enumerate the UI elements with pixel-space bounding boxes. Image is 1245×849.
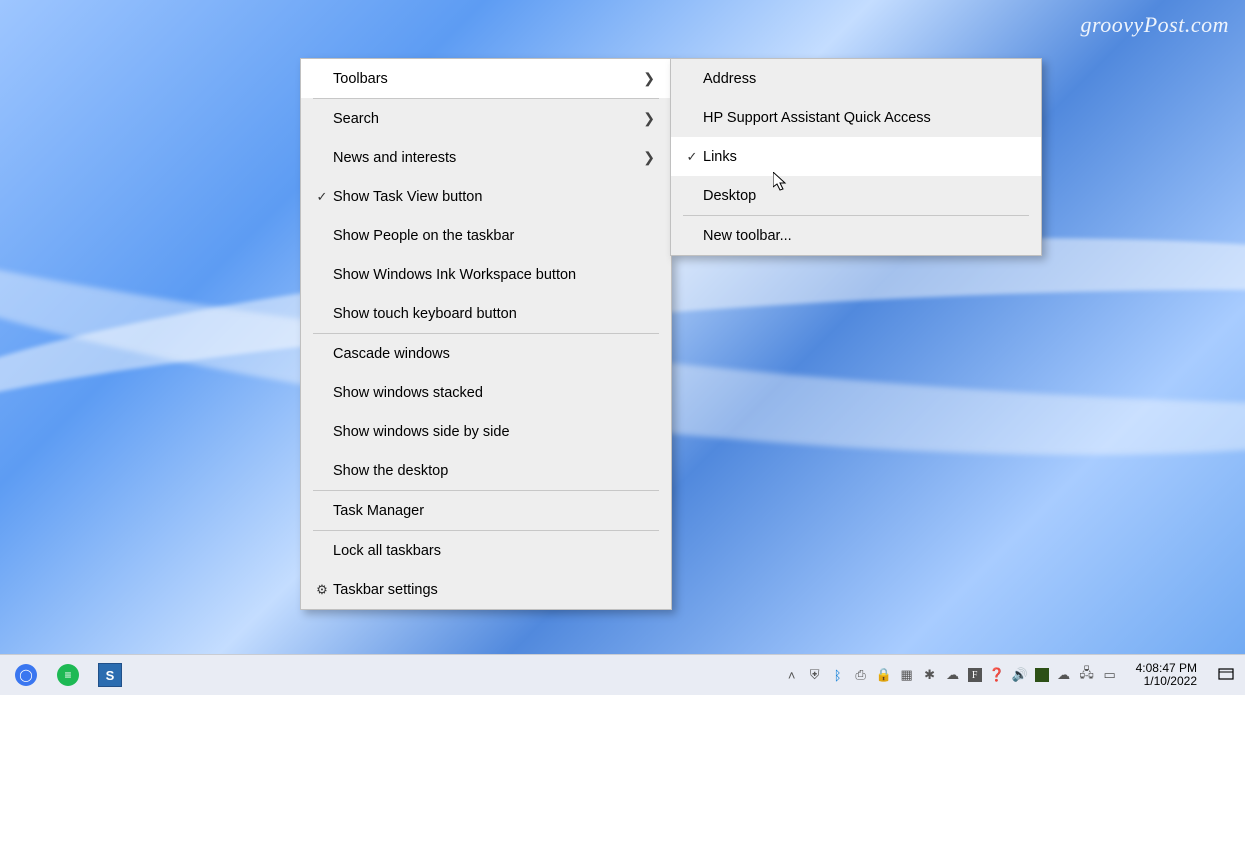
tray-nvidia-icon[interactable] xyxy=(1035,668,1049,682)
spotify-icon: ≡ xyxy=(57,664,79,686)
tray-lock-icon[interactable]: 🔒 xyxy=(876,667,892,683)
menu-label: New toolbar... xyxy=(703,228,1025,244)
menu-item-show-touch-keyboard[interactable]: Show touch keyboard button xyxy=(301,294,671,333)
menu-label: Desktop xyxy=(703,188,1025,204)
watermark-text: groovyPost.com xyxy=(1080,12,1229,38)
submenu-arrow-icon: ❯ xyxy=(643,149,655,166)
submenu-item-address[interactable]: Address xyxy=(671,59,1041,98)
menu-item-toolbars[interactable]: Toolbars ❯ xyxy=(301,59,671,98)
tray-f-icon[interactable]: F xyxy=(968,668,982,682)
submenu-item-new-toolbar[interactable]: New toolbar... xyxy=(671,216,1041,255)
menu-label: Show windows stacked xyxy=(333,385,655,401)
taskbar-pinned-apps: ◯ ≡ S xyxy=(0,663,122,687)
menu-item-show-desktop[interactable]: Show the desktop xyxy=(301,451,671,490)
menu-label: Show Task View button xyxy=(333,189,655,205)
menu-label: Cascade windows xyxy=(333,346,655,362)
tray-support-icon[interactable]: ❓ xyxy=(989,667,1005,683)
tray-cloud-icon[interactable]: ☁ xyxy=(945,667,961,683)
submenu-arrow-icon: ❯ xyxy=(643,110,655,127)
menu-label: HP Support Assistant Quick Access xyxy=(703,110,1025,126)
menu-label: Show touch keyboard button xyxy=(333,306,655,322)
tray-network-icon[interactable]: 🖧 xyxy=(1079,667,1095,683)
action-center-icon[interactable] xyxy=(1217,666,1235,684)
taskbar-app-snagit[interactable]: S xyxy=(98,663,122,687)
tray-slack-icon[interactable]: ✱ xyxy=(922,667,938,683)
menu-item-stacked[interactable]: Show windows stacked xyxy=(301,373,671,412)
taskbar-right: ˄ ⛨ ᛒ ⎙ 🔒 ▦ ✱ ☁ F ❓ 🔊 ☁ 🖧 ▭ 4:08:47 PM 1… xyxy=(776,662,1245,688)
menu-label: Show the desktop xyxy=(333,463,655,479)
toolbars-submenu: Address HP Support Assistant Quick Acces… xyxy=(670,58,1042,256)
tray-battery-icon[interactable]: ▭ xyxy=(1102,667,1118,683)
submenu-item-hp-support[interactable]: HP Support Assistant Quick Access xyxy=(671,98,1041,137)
menu-item-cascade[interactable]: Cascade windows xyxy=(301,334,671,373)
check-icon: ✓ xyxy=(311,189,333,205)
signal-icon: ◯ xyxy=(15,664,37,686)
clock-date: 1/10/2022 xyxy=(1144,675,1197,688)
menu-label: Search xyxy=(333,111,643,127)
menu-item-show-ink[interactable]: Show Windows Ink Workspace button xyxy=(301,255,671,294)
system-tray: ˄ ⛨ ᛒ ⎙ 🔒 ▦ ✱ ☁ F ❓ 🔊 ☁ 🖧 ▭ xyxy=(776,667,1126,683)
taskbar[interactable]: ◯ ≡ S ˄ ⛨ ᛒ ⎙ 🔒 ▦ ✱ ☁ F ❓ 🔊 ☁ 🖧 ▭ 4:08:4… xyxy=(0,654,1245,695)
taskbar-clock[interactable]: 4:08:47 PM 1/10/2022 xyxy=(1126,662,1207,688)
menu-label: Task Manager xyxy=(333,503,655,519)
menu-item-lock-taskbars[interactable]: Lock all taskbars xyxy=(301,531,671,570)
menu-label: Show Windows Ink Workspace button xyxy=(333,267,655,283)
menu-label: Taskbar settings xyxy=(333,582,655,598)
check-icon: ✓ xyxy=(681,149,703,165)
taskbar-app-signal[interactable]: ◯ xyxy=(14,663,38,687)
submenu-arrow-icon: ❯ xyxy=(643,70,655,87)
menu-item-show-people[interactable]: Show People on the taskbar xyxy=(301,216,671,255)
gear-icon: ⚙ xyxy=(311,582,333,598)
tray-usb-icon[interactable]: ⎙ xyxy=(853,667,869,683)
menu-label: Toolbars xyxy=(333,71,643,87)
submenu-item-links[interactable]: ✓ Links xyxy=(671,137,1041,176)
tray-store-icon[interactable]: ▦ xyxy=(899,667,915,683)
taskbar-app-spotify[interactable]: ≡ xyxy=(56,663,80,687)
menu-label: Address xyxy=(703,71,1025,87)
menu-item-show-task-view[interactable]: ✓ Show Task View button xyxy=(301,177,671,216)
snagit-icon: S xyxy=(98,663,122,687)
menu-item-side-by-side[interactable]: Show windows side by side xyxy=(301,412,671,451)
menu-label: Lock all taskbars xyxy=(333,543,655,559)
tray-weather-icon[interactable]: ☁ xyxy=(1056,667,1072,683)
menu-label: Show People on the taskbar xyxy=(333,228,655,244)
menu-item-taskbar-settings[interactable]: ⚙ Taskbar settings xyxy=(301,570,671,609)
tray-speaker-icon[interactable]: 🔊 xyxy=(1012,667,1028,683)
menu-label: News and interests xyxy=(333,150,643,166)
menu-item-task-manager[interactable]: Task Manager xyxy=(301,491,671,530)
menu-label: Show windows side by side xyxy=(333,424,655,440)
submenu-item-desktop[interactable]: Desktop xyxy=(671,176,1041,215)
menu-item-news[interactable]: News and interests ❯ xyxy=(301,138,671,177)
tray-bluetooth-icon[interactable]: ᛒ xyxy=(830,667,846,683)
tray-overflow-icon[interactable]: ˄ xyxy=(784,667,800,683)
menu-item-search[interactable]: Search ❯ xyxy=(301,99,671,138)
menu-label: Links xyxy=(703,149,1025,165)
tray-shield-icon[interactable]: ⛨ xyxy=(807,667,823,683)
taskbar-context-menu: Toolbars ❯ Search ❯ News and interests ❯… xyxy=(300,58,672,610)
